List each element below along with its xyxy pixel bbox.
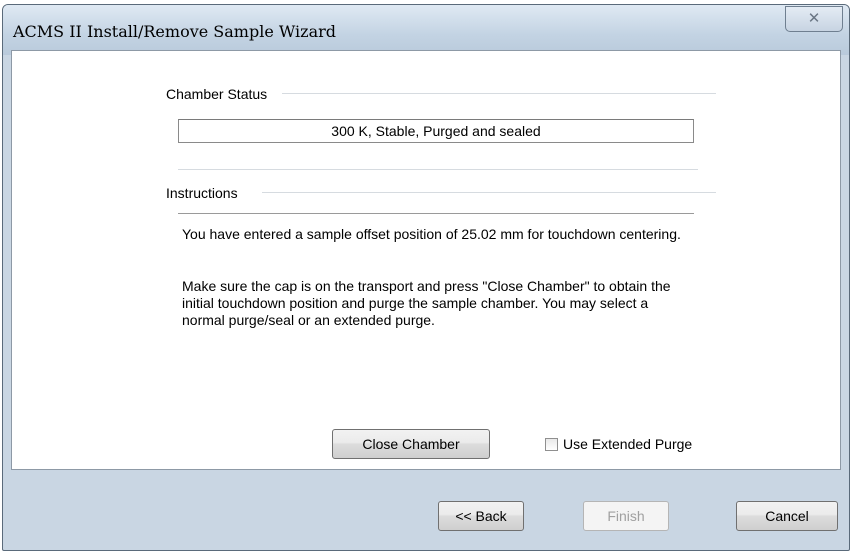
- status-bottom-separator: [178, 169, 698, 170]
- instructions-text-panel: You have entered a sample offset positio…: [178, 213, 694, 392]
- wizard-footer: << Back Finish Cancel: [3, 477, 849, 550]
- instructions-paragraph-2: Make sure the cap is on the transport an…: [182, 278, 671, 328]
- close-chamber-button[interactable]: Close Chamber: [332, 429, 490, 459]
- close-button[interactable]: ✕: [785, 6, 843, 32]
- title-bar: ACMS II Install/Remove Sample Wizard ✕: [3, 5, 849, 55]
- wizard-content: Chamber Status 300 K, Stable, Purged and…: [11, 50, 841, 470]
- chamber-status-label: Chamber Status: [166, 86, 268, 102]
- instructions-paragraph-1: You have entered a sample offset positio…: [182, 226, 681, 242]
- wizard-window: ACMS II Install/Remove Sample Wizard ✕ C…: [2, 4, 850, 551]
- chamber-status-field: 300 K, Stable, Purged and sealed: [178, 119, 694, 143]
- cancel-button[interactable]: Cancel: [736, 501, 838, 531]
- close-icon: ✕: [807, 9, 821, 27]
- extended-purge-label: Use Extended Purge: [563, 436, 693, 452]
- window-title: ACMS II Install/Remove Sample Wizard: [13, 22, 337, 41]
- instructions-label: Instructions: [166, 185, 238, 201]
- chamber-status-separator: [282, 93, 716, 94]
- extended-purge-checkbox[interactable]: [545, 437, 558, 451]
- back-button[interactable]: << Back: [438, 501, 524, 531]
- extended-purge-option[interactable]: Use Extended Purge: [545, 435, 692, 453]
- finish-button[interactable]: Finish: [583, 501, 669, 531]
- instructions-separator: [262, 192, 716, 193]
